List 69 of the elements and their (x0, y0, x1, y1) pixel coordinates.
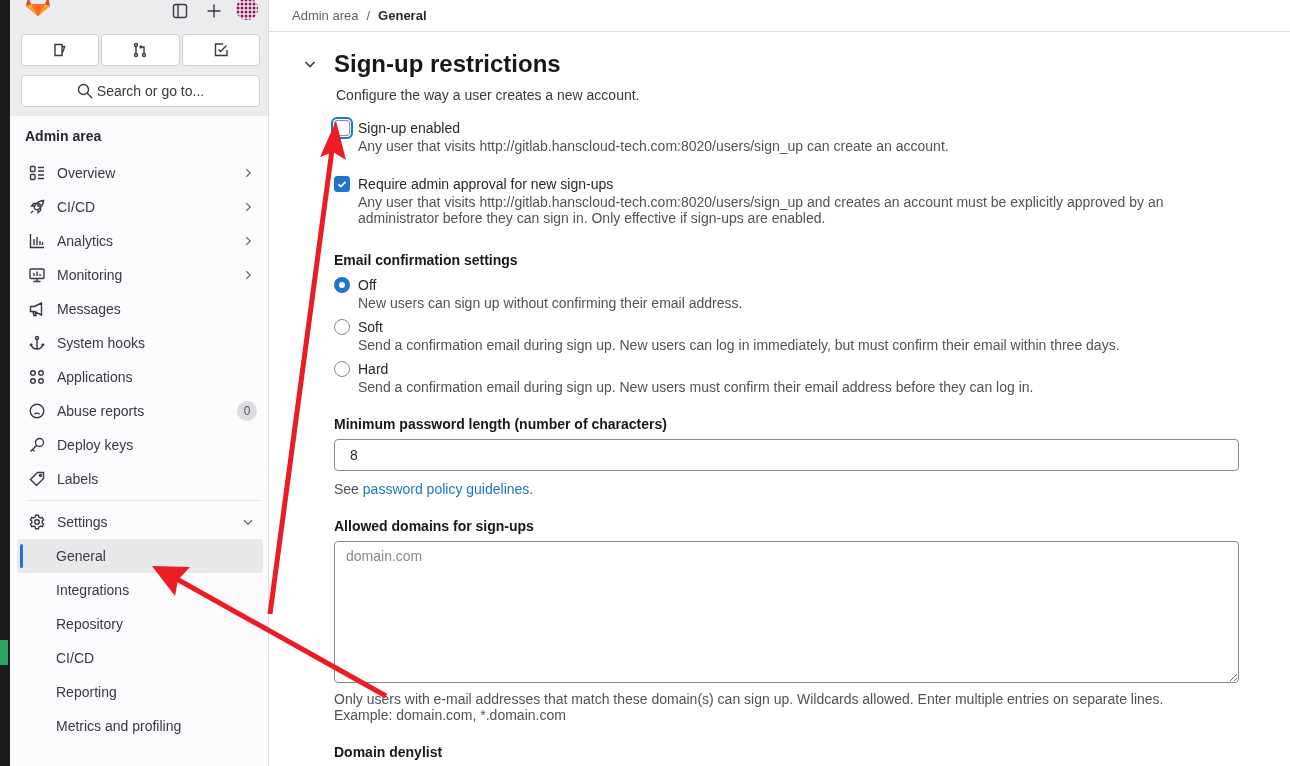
sidebar-item[interactable]: Deploy keys (18, 428, 263, 462)
sidebar-subitem[interactable]: Metrics and profiling (17, 709, 263, 743)
radio-button[interactable] (334, 277, 350, 293)
sad-face-icon (29, 403, 45, 419)
sidebar-subitem[interactable]: Repository (17, 607, 263, 641)
help-text: Only users with e-mail addresses that match these domain(s) can sign up. Wildcards allowed. Enter multiple entries on separate lines. (334, 691, 1165, 707)
sidebar-item[interactable]: Analytics (18, 224, 263, 258)
search-button[interactable]: Search or go to... (21, 75, 260, 107)
bar-chart-icon (29, 233, 45, 249)
anchor-icon (29, 335, 45, 351)
todo-button[interactable] (181, 34, 260, 66)
checkbox[interactable] (334, 176, 350, 192)
sidebar-subitem[interactable]: CI/CD (17, 641, 263, 675)
breadcrumb-link[interactable]: General (378, 8, 427, 23)
sidebar-item[interactable]: Applications (18, 360, 263, 394)
megaphone-icon (29, 301, 45, 317)
field-label: Domain denylist (334, 743, 444, 761)
field-label: Minimum password length (number of characters) (334, 415, 668, 433)
help-text: Example: domain.com, *.domain.com (334, 707, 567, 723)
search-icon (76, 83, 93, 99)
key-icon (29, 437, 45, 453)
settings-icon (29, 514, 45, 530)
sidebar-heading: Admin area (25, 128, 103, 144)
radio-label[interactable]: Off (358, 277, 377, 293)
checkbox-label[interactable]: Require admin approval for new sign-ups (358, 176, 614, 192)
help-text: New users can sign up without confirming their email address. (357, 295, 744, 311)
rocket-icon (29, 199, 45, 215)
field-label: Email confirmation settings (334, 251, 519, 269)
sidebar-subitem[interactable]: General (17, 539, 263, 573)
merge-requests-button[interactable] (101, 34, 180, 66)
avatar-icon[interactable] (236, 0, 258, 20)
section-description: Configure the way a user creates a new account. (336, 86, 641, 104)
field-label: Allowed domains for sign-ups (334, 517, 535, 535)
breadcrumb-separator: / (366, 8, 371, 23)
sidebar-item[interactable]: Monitoring (18, 258, 263, 292)
radio-button[interactable] (334, 361, 350, 377)
help-text: See password policy guidelines. (334, 481, 535, 497)
sidebar-item[interactable]: CI/CD (18, 190, 263, 224)
fox-logo-icon[interactable] (25, 0, 51, 17)
text-area[interactable]: domain.com (334, 541, 1239, 683)
monitor-icon (29, 267, 45, 283)
sidebar-toggle-icon[interactable] (172, 3, 188, 19)
help-text: Send a confirmation email during sign up. New users must confirm their email address before they can log in. (357, 379, 1035, 395)
plus-icon[interactable] (206, 3, 222, 19)
merge-request-icon (132, 42, 149, 58)
breadcrumb-link[interactable]: Admin area (292, 8, 359, 23)
tag-icon (29, 471, 45, 487)
input-field[interactable]: 8 (334, 439, 1239, 471)
help-text: Any user that visits http://gitlab.hanscloud-tech.com:8020/users/sign_up and creates an account must be explicitly approved by an administrator before they can sign in. Only effective if sign-ups are enabled. (357, 194, 1165, 226)
sidebar-item[interactable]: Messages (18, 292, 263, 326)
sidebar-item[interactable]: Labels (18, 462, 263, 496)
sidebar-item[interactable]: Abuse reports 0 (18, 394, 263, 428)
count-badge: 0 (237, 401, 257, 421)
sidebar-subitem[interactable]: Integrations (17, 573, 263, 607)
help-text: Send a confirmation email during sign up. New users can log in immediately, but must confirm their email within three days. (357, 337, 1121, 353)
sidebar-item[interactable]: Overview (18, 156, 263, 190)
radio-button[interactable] (334, 319, 350, 335)
sidebar-item[interactable]: System hooks (18, 326, 263, 360)
checkbox-icon (212, 42, 229, 58)
list-icon (29, 165, 45, 181)
grid-icon (29, 369, 45, 385)
radio-label[interactable]: Hard (358, 361, 389, 377)
issues-button[interactable] (21, 34, 100, 66)
sidebar-subitem[interactable]: Reporting (17, 675, 263, 709)
radio-label[interactable]: Soft (358, 319, 383, 335)
checkbox-label[interactable]: Sign-up enabled (358, 120, 460, 136)
help-text: Any user that visits http://gitlab.hanscloud-tech.com:8020/users/sign_up can create an account. (357, 138, 950, 154)
section-title: Sign-up restrictions (334, 49, 561, 79)
sidebar-item[interactable]: Settings (18, 505, 263, 539)
